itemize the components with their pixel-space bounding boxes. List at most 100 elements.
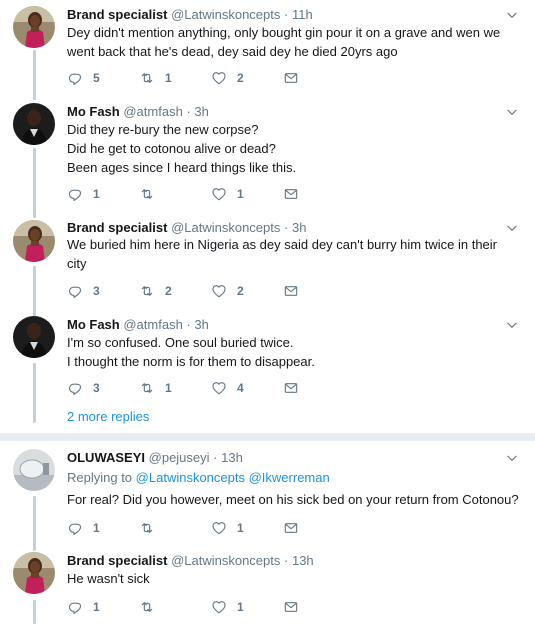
reply-count: 1	[93, 521, 100, 535]
tweet-text: He wasn't sick	[67, 571, 150, 586]
like-button[interactable]: 2	[211, 282, 244, 300]
message-button[interactable]	[283, 69, 299, 87]
avatar[interactable]	[13, 103, 55, 145]
reply-button[interactable]: 5	[67, 69, 100, 87]
tweet[interactable]: Brand specialist @Latwinskoncepts · 3h W…	[0, 218, 535, 308]
tweet-text-line: Did he get to cotonou alive or dead?	[67, 141, 276, 156]
tweet[interactable]: Brand specialist @Latwinskoncepts · 11h …	[0, 0, 535, 95]
reply-count: 3	[93, 381, 100, 395]
retweet-icon	[139, 186, 155, 202]
display-name[interactable]: Brand specialist	[67, 220, 167, 235]
envelope-icon	[283, 599, 299, 615]
tweet[interactable]: Mo Fash @atmfash · 3h I'm so confused. O…	[0, 315, 535, 405]
separator-dot: ·	[213, 450, 218, 465]
heart-icon	[211, 283, 227, 299]
reply-button[interactable]: 3	[67, 282, 100, 300]
message-button[interactable]	[283, 282, 299, 300]
timestamp[interactable]: 11h	[292, 7, 313, 22]
display-name[interactable]: OLUWASEYI	[67, 450, 145, 465]
timestamp[interactable]: 3h	[292, 220, 306, 235]
tweet-actions: 1 1	[67, 185, 327, 203]
avatar[interactable]	[13, 552, 55, 594]
reply-button[interactable]: 1	[67, 185, 100, 203]
mention-link[interactable]: @Latwinskoncepts	[136, 470, 245, 485]
divider	[0, 433, 535, 441]
avatar[interactable]	[13, 220, 55, 262]
timestamp[interactable]: 13h	[221, 450, 243, 465]
reply-count: 3	[93, 284, 100, 298]
reply-icon	[67, 70, 83, 86]
chevron-down-icon[interactable]	[505, 105, 519, 119]
user-handle[interactable]: @atmfash	[123, 104, 182, 119]
tweet-text-line: I'm so confused. One soul buried twice.	[67, 335, 294, 350]
retweet-button[interactable]	[139, 185, 165, 203]
user-handle[interactable]: @pejuseyi	[149, 450, 210, 465]
chevron-down-icon[interactable]	[505, 221, 519, 235]
user-handle[interactable]: @atmfash	[123, 317, 182, 332]
tweet-text: For real? Did you however, meet on his s…	[67, 492, 519, 507]
avatar[interactable]	[13, 316, 55, 358]
timestamp[interactable]: 13h	[292, 553, 314, 568]
user-handle[interactable]: @Latwinskoncepts	[171, 220, 280, 235]
heart-icon	[211, 380, 227, 396]
retweet-button[interactable]	[139, 519, 165, 537]
user-handle[interactable]: @Latwinskoncepts	[171, 7, 280, 22]
tweet-text: Dey didn't mention anything, only bought…	[67, 25, 501, 59]
like-button[interactable]: 4	[211, 379, 244, 397]
timestamp[interactable]: 3h	[194, 104, 208, 119]
timestamp[interactable]: 3h	[194, 317, 208, 332]
reply-icon	[67, 186, 83, 202]
reply-button[interactable]: 3	[67, 379, 100, 397]
tweet-header: Mo Fash @atmfash · 3h	[67, 316, 209, 333]
tweet[interactable]: Mo Fash @atmfash · 3h Did they re-bury t…	[0, 100, 535, 210]
heart-icon	[211, 186, 227, 202]
like-button[interactable]: 1	[211, 185, 244, 203]
separator-dot: ·	[284, 220, 289, 235]
like-button[interactable]: 1	[211, 519, 244, 537]
tweet-text-line: I thought the norm is for them to disapp…	[67, 354, 315, 369]
like-button[interactable]: 1	[211, 598, 244, 616]
message-button[interactable]	[283, 598, 299, 616]
tweet-header: Brand specialist @Latwinskoncepts · 13h	[67, 552, 314, 569]
avatar[interactable]	[13, 449, 55, 491]
mention-link[interactable]: @Ikwerreman	[249, 470, 330, 485]
more-replies-link[interactable]: 2 more replies	[67, 409, 149, 424]
message-button[interactable]	[283, 185, 299, 203]
retweet-button[interactable]	[139, 598, 165, 616]
user-handle[interactable]: @Latwinskoncepts	[171, 553, 280, 568]
chevron-down-icon[interactable]	[505, 8, 519, 22]
heart-icon	[211, 520, 227, 536]
display-name[interactable]: Mo Fash	[67, 317, 120, 332]
retweet-button[interactable]: 1	[139, 379, 172, 397]
retweet-icon	[139, 70, 155, 86]
reply-icon	[67, 283, 83, 299]
tweet[interactable]: Brand specialist @Latwinskoncepts · 13h …	[0, 550, 535, 624]
avatar[interactable]	[13, 6, 55, 48]
envelope-icon	[283, 520, 299, 536]
chevron-down-icon[interactable]	[505, 318, 519, 332]
display-name[interactable]: Mo Fash	[67, 104, 120, 119]
message-button[interactable]	[283, 379, 299, 397]
display-name[interactable]: Brand specialist	[67, 553, 167, 568]
tweet-header: Brand specialist @Latwinskoncepts · 11h	[67, 6, 313, 23]
envelope-icon	[283, 70, 299, 86]
heart-icon	[211, 70, 227, 86]
replying-to: Replying to @Latwinskoncepts @Ikwerreman	[67, 469, 330, 486]
message-button[interactable]	[283, 519, 299, 537]
like-count: 4	[237, 381, 244, 395]
tweet-actions: 3 2 2	[67, 282, 327, 300]
retweet-button[interactable]: 2	[139, 282, 172, 300]
replying-to-label: Replying to	[67, 470, 133, 485]
tweet[interactable]: OLUWASEYI @pejuseyi · 13h Replying to @L…	[0, 446, 535, 546]
reply-button[interactable]: 1	[67, 519, 100, 537]
chevron-down-icon[interactable]	[505, 451, 519, 465]
reply-count: 5	[93, 71, 100, 85]
reply-button[interactable]: 1	[67, 598, 100, 616]
like-button[interactable]: 2	[211, 69, 244, 87]
separator-dot: ·	[284, 7, 289, 22]
display-name[interactable]: Brand specialist	[67, 7, 167, 22]
tweet-text-line: Did they re-bury the new corpse?	[67, 122, 259, 137]
like-count: 1	[237, 521, 244, 535]
retweet-button[interactable]: 1	[139, 69, 172, 87]
reply-icon	[67, 520, 83, 536]
